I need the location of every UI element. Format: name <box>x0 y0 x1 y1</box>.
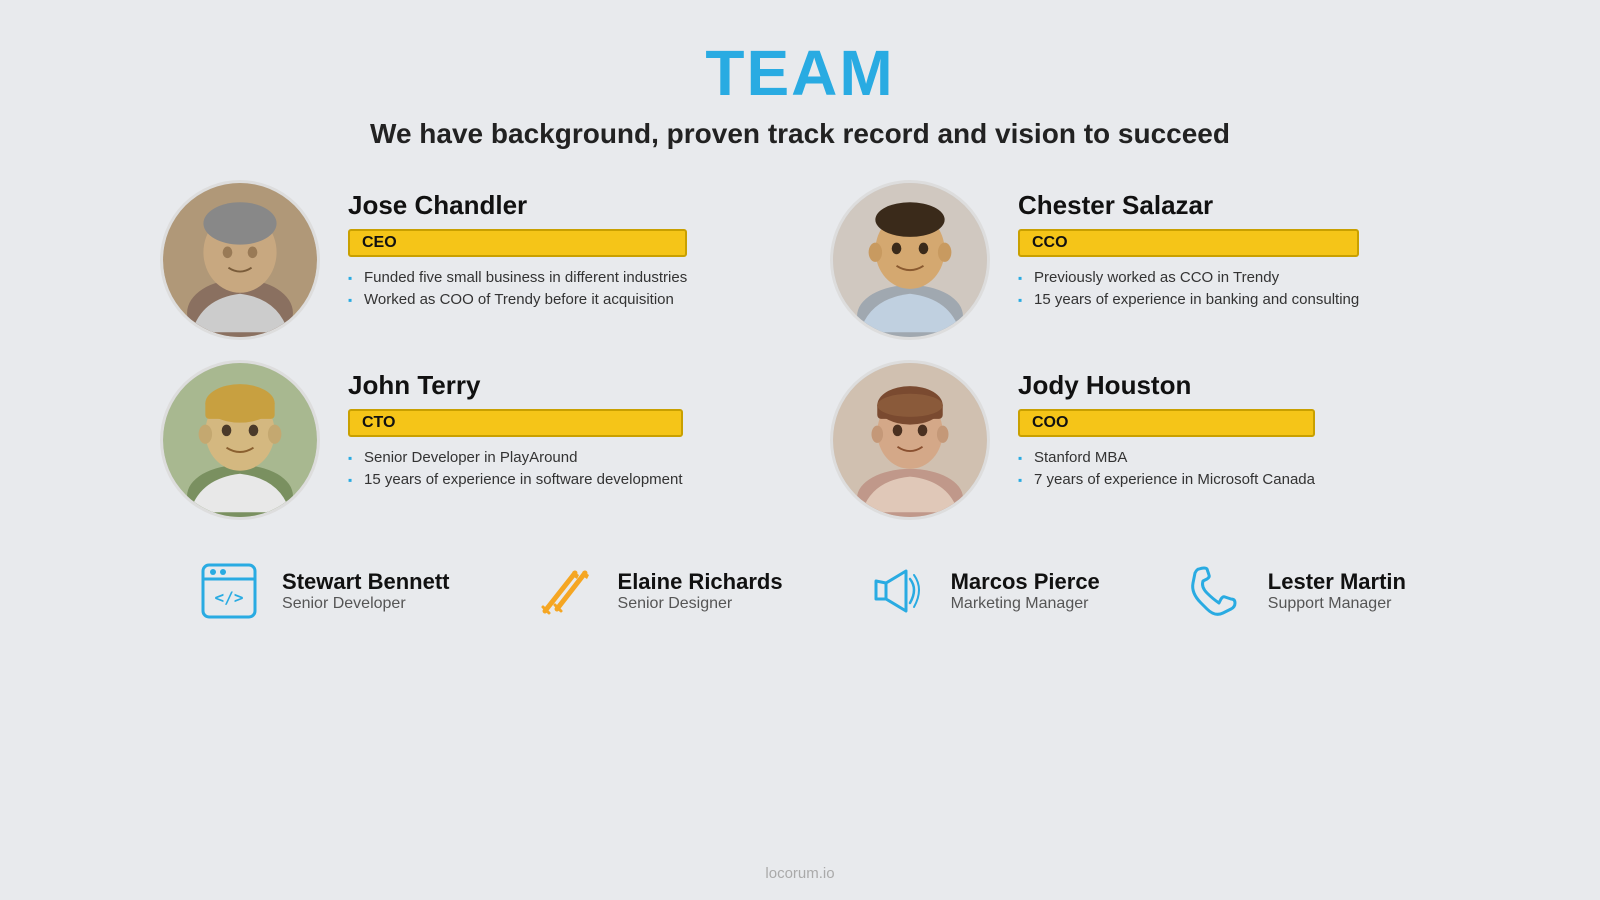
main-team-grid: Jose Chandler CEO Funded five small busi… <box>120 180 1480 520</box>
john-role: CTO <box>348 409 683 437</box>
jose-info: Jose Chandler CEO Funded five small busi… <box>348 180 687 313</box>
bottom-member-stewart: </> Stewart Bennett Senior Developer <box>194 556 449 626</box>
chester-bullet-2: 15 years of experience in banking and co… <box>1018 291 1359 308</box>
jody-name: Jody Houston <box>1018 370 1315 401</box>
jody-info: Jody Houston COO Stanford MBA 7 years of… <box>1018 360 1315 493</box>
chester-info: Chester Salazar CCO Previously worked as… <box>1018 180 1359 313</box>
jose-role: CEO <box>348 229 687 257</box>
jody-bullet-1: Stanford MBA <box>1018 449 1315 466</box>
lester-name: Lester Martin <box>1268 569 1406 595</box>
page-subtitle: We have background, proven track record … <box>370 118 1230 150</box>
avatar-john <box>160 360 320 520</box>
chester-bullet-1: Previously worked as CCO in Trendy <box>1018 269 1359 286</box>
john-info: John Terry CTO Senior Developer in PlayA… <box>348 360 683 493</box>
avatar-jody <box>830 360 990 520</box>
marcos-text: Marcos Pierce Marketing Manager <box>951 569 1100 613</box>
member-card-john: John Terry CTO Senior Developer in PlayA… <box>160 360 770 520</box>
member-card-jody: Jody Houston COO Stanford MBA 7 years of… <box>830 360 1440 520</box>
jose-name: Jose Chandler <box>348 190 687 221</box>
marcos-name: Marcos Pierce <box>951 569 1100 595</box>
footer-text: locorum.io <box>765 865 834 900</box>
bottom-member-marcos: Marcos Pierce Marketing Manager <box>863 556 1100 626</box>
stewart-text: Stewart Bennett Senior Developer <box>282 569 449 613</box>
john-name: John Terry <box>348 370 683 401</box>
lester-role: Support Manager <box>1268 595 1406 613</box>
bottom-member-elaine: Elaine Richards Senior Designer <box>530 556 783 626</box>
page-title: TEAM <box>705 36 894 110</box>
elaine-text: Elaine Richards Senior Designer <box>618 569 783 613</box>
avatar-jose <box>160 180 320 340</box>
jose-bullets: Funded five small business in different … <box>348 269 687 313</box>
john-bullets: Senior Developer in PlayAround 15 years … <box>348 449 683 493</box>
bottom-team-row: </> Stewart Bennett Senior Developer Ela… <box>120 556 1480 626</box>
member-card-jose: Jose Chandler CEO Funded five small busi… <box>160 180 770 340</box>
svg-text:</>: </> <box>215 588 244 607</box>
bottom-member-lester: Lester Martin Support Manager <box>1180 556 1406 626</box>
jose-bullet-1: Funded five small business in different … <box>348 269 687 286</box>
jody-bullets: Stanford MBA 7 years of experience in Mi… <box>1018 449 1315 493</box>
marcos-role: Marketing Manager <box>951 595 1100 613</box>
john-bullet-2: 15 years of experience in software devel… <box>348 471 683 488</box>
design-icon <box>530 556 600 626</box>
elaine-name: Elaine Richards <box>618 569 783 595</box>
member-card-chester: Chester Salazar CCO Previously worked as… <box>830 180 1440 340</box>
stewart-name: Stewart Bennett <box>282 569 449 595</box>
elaine-role: Senior Designer <box>618 595 783 613</box>
stewart-role: Senior Developer <box>282 595 449 613</box>
support-icon <box>1180 556 1250 626</box>
chester-bullets: Previously worked as CCO in Trendy 15 ye… <box>1018 269 1359 313</box>
jody-bullet-2: 7 years of experience in Microsoft Canad… <box>1018 471 1315 488</box>
john-bullet-1: Senior Developer in PlayAround <box>348 449 683 466</box>
marketing-icon <box>863 556 933 626</box>
chester-name: Chester Salazar <box>1018 190 1359 221</box>
chester-role: CCO <box>1018 229 1359 257</box>
code-icon: </> <box>194 556 264 626</box>
jose-bullet-2: Worked as COO of Trendy before it acquis… <box>348 291 687 308</box>
jody-role: COO <box>1018 409 1315 437</box>
lester-text: Lester Martin Support Manager <box>1268 569 1406 613</box>
avatar-chester <box>830 180 990 340</box>
